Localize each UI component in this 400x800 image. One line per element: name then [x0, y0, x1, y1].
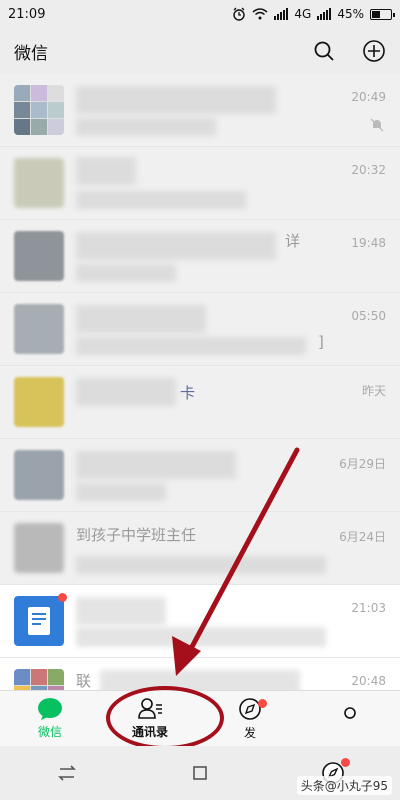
watermark: 头条@小丸子95 — [296, 776, 392, 795]
nav-home-button[interactable] — [185, 758, 215, 788]
badge-dot — [341, 758, 351, 767]
switch-arrows-icon — [57, 765, 76, 781]
square-icon — [193, 766, 207, 780]
annotation-arrow — [172, 447, 300, 676]
nav-switch-button[interactable] — [52, 758, 82, 788]
